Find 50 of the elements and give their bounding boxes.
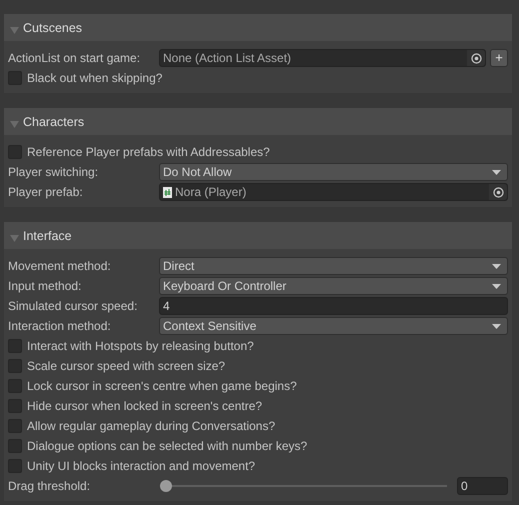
dropdown[interactable]: Context Sensitive	[159, 317, 508, 335]
field-label: Player prefab:	[8, 185, 84, 199]
expand-arrow-icon	[10, 235, 19, 242]
checkbox[interactable]	[8, 419, 22, 433]
dropdown[interactable]: Keyboard Or Controller	[159, 277, 508, 295]
object-picker-button[interactable]	[467, 50, 485, 66]
expand-arrow-icon	[10, 121, 19, 128]
add-button[interactable]: +	[490, 49, 508, 67]
dropdown-arrow-icon	[492, 170, 501, 174]
field-label: Input method:	[8, 279, 82, 293]
target-icon	[492, 186, 504, 198]
checkbox-label: Interact with Hotspots by releasing button?	[27, 339, 254, 353]
number-field[interactable]: 0	[457, 477, 508, 495]
checkbox[interactable]	[8, 399, 22, 413]
checkbox[interactable]	[8, 459, 22, 473]
target-icon	[470, 52, 482, 64]
dropdown-arrow-icon	[492, 284, 501, 288]
dropdown-arrow-icon	[492, 324, 501, 328]
checkbox-label: Reference Player prefabs with Addressables?	[27, 145, 270, 159]
checkbox-label: Black out when skipping?	[27, 71, 162, 85]
number-field[interactable]: 4	[159, 297, 508, 315]
field-label: Drag threshold:	[8, 479, 92, 493]
field-label: Interaction method:	[8, 319, 112, 333]
section-header[interactable]: Cutscenes	[4, 14, 512, 41]
dropdown[interactable]: Do Not Allow	[159, 163, 508, 181]
section-header[interactable]: Interface	[4, 222, 512, 249]
slider-thumb[interactable]	[160, 480, 172, 492]
object-picker-button[interactable]	[489, 184, 507, 200]
expand-arrow-icon	[10, 27, 19, 34]
checkbox[interactable]	[8, 71, 22, 85]
field-label: Movement method:	[8, 259, 112, 273]
field-label: Player switching:	[8, 165, 100, 179]
field-label: ActionList on start game:	[8, 51, 142, 65]
checkbox[interactable]	[8, 145, 22, 159]
checkbox[interactable]	[8, 439, 22, 453]
field-label: Simulated cursor speed:	[8, 299, 138, 313]
checkbox[interactable]	[8, 359, 22, 373]
checkbox-label: Unity UI blocks interaction and movement?	[27, 459, 256, 473]
checkbox[interactable]	[8, 379, 22, 393]
section-header[interactable]: Characters	[4, 108, 512, 135]
object-field[interactable]: None (Action List Asset)	[159, 49, 486, 67]
checkbox-label: Lock cursor in screen's centre when game begins?	[27, 379, 297, 393]
checkbox[interactable]	[8, 339, 22, 353]
checkbox-label: Allow regular gameplay during Conversations?	[27, 419, 276, 433]
checkbox-label: Scale cursor speed with screen size?	[27, 359, 226, 373]
dropdown-arrow-icon	[492, 264, 501, 268]
checkbox-label: Dialogue options can be selected with number keys?	[27, 439, 308, 453]
checkbox-label: Hide cursor when locked in screen's centre?	[27, 399, 262, 413]
object-field[interactable]: Nora (Player)	[159, 183, 508, 201]
dropdown[interactable]: Direct	[159, 257, 508, 275]
